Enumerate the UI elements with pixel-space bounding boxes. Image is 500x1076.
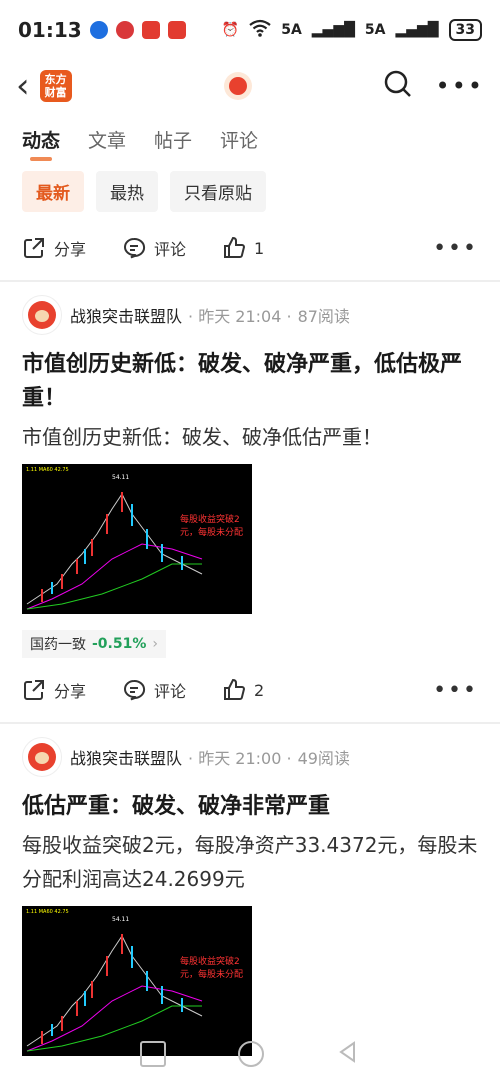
stock-change: -0.51% — [92, 636, 147, 652]
thumbs-up-icon — [224, 678, 246, 700]
svg-text:1.11 MA60 42.75: 1.11 MA60 42.75 — [26, 467, 69, 473]
svg-text:54.11: 54.11 — [112, 916, 129, 923]
top-bar: ‹ 东方 财富 ••• — [0, 60, 500, 112]
avatar[interactable] — [22, 295, 62, 335]
more-menu-icon[interactable]: ••• — [436, 72, 484, 100]
stock-name: 国药一致 — [30, 637, 86, 653]
home-icon[interactable] — [238, 1041, 264, 1067]
tab-posts[interactable]: 帖子 — [154, 126, 192, 153]
stock-chart-image[interactable]: 1.11 MA60 42.75 54.11 每股收益突破2 元，每股未分配 — [22, 464, 252, 614]
more-options-icon[interactable]: ••• — [433, 678, 478, 703]
action-row: 分享 评论 2 ••• — [0, 658, 500, 722]
alarm-icon: ⏰ — [221, 22, 240, 38]
like-button[interactable]: 1 — [222, 236, 264, 260]
post-card[interactable]: 战狼突击联盟队 · 昨天 21:04 · 87阅读 市值创历史新低：破发、破净严… — [0, 282, 500, 658]
svg-text:元，每股未分配: 元，每股未分配 — [180, 526, 243, 538]
wifi-icon — [249, 19, 271, 41]
signal-label: 5A — [281, 22, 302, 38]
filter-latest[interactable]: 最新 — [22, 170, 84, 212]
tab-comments[interactable]: 评论 — [220, 126, 258, 153]
share-icon — [24, 680, 44, 700]
avatar[interactable] — [22, 737, 62, 777]
comment-icon — [124, 679, 146, 701]
tab-dynamic[interactable]: 动态 — [22, 126, 60, 161]
signal-icon: ▂▄▆█ — [311, 22, 355, 38]
tab-articles[interactable]: 文章 — [88, 126, 126, 153]
filter-bar: 最新 最热 只看原贴 — [0, 166, 500, 216]
notification-app-icon — [89, 21, 108, 39]
action-row: 分享 评论 1 ••• — [0, 216, 500, 280]
recents-icon[interactable] — [140, 1041, 166, 1067]
more-options-icon[interactable]: ••• — [433, 236, 478, 261]
thumbs-up-icon — [224, 236, 246, 258]
tab-bar: 动态 文章 帖子 评论 — [0, 112, 500, 166]
svg-text:元，每股未分配: 元，每股未分配 — [180, 968, 243, 980]
signal-label: 5A — [364, 22, 386, 38]
notification-app-icon — [115, 21, 134, 39]
author-name[interactable]: 战狼突击联盟队 — [70, 745, 182, 769]
post-title[interactable]: 市值创历史新低：破发、破净严重，低估极严重！ — [22, 348, 478, 416]
system-nav-bar — [0, 1032, 500, 1076]
comment-button[interactable]: 评论 — [122, 236, 186, 260]
status-bar: 01:13 ⏰ 5A ▂▄▆█ 5A ▂▄▆█ 33 — [0, 0, 500, 60]
comment-button[interactable]: 评论 — [122, 678, 186, 702]
search-icon[interactable] — [384, 70, 412, 102]
chevron-right-icon: › — [152, 636, 158, 652]
like-button[interactable]: 2 — [222, 678, 264, 702]
post-author-row: 战狼突击联盟队 · 昨天 21:04 · 87阅读 — [22, 282, 478, 348]
filter-original-only[interactable]: 只看原贴 — [170, 170, 266, 212]
back-nav-icon[interactable] — [336, 1040, 360, 1068]
share-button[interactable]: 分享 — [22, 236, 86, 260]
svg-text:54.11: 54.11 — [112, 474, 129, 481]
read-count: 49阅读 — [297, 749, 350, 768]
post-time: · 昨天 21:04 · — [188, 307, 292, 326]
svg-text:每股收益突破2: 每股收益突破2 — [180, 955, 240, 967]
comment-icon — [124, 237, 146, 259]
header-avatar[interactable] — [224, 72, 252, 100]
post-time: · 昨天 21:00 · — [188, 749, 292, 768]
back-icon[interactable]: ‹ — [16, 69, 30, 103]
post-author-row: 战狼突击联盟队 · 昨天 21:00 · 49阅读 — [22, 724, 478, 790]
svg-text:每股收益突破2: 每股收益突破2 — [180, 513, 240, 525]
post-body[interactable]: 市值创历史新低：破发、破净低估严重！ — [22, 420, 478, 454]
post-title[interactable]: 低估严重：破发、破净非常严重 — [22, 790, 478, 824]
post-card[interactable]: 战狼突击联盟队 · 昨天 21:00 · 49阅读 低估严重：破发、破净非常严重… — [0, 724, 500, 1056]
svg-text:1.11 MA60 42.75: 1.11 MA60 42.75 — [26, 909, 69, 915]
app-logo: 东方 财富 — [39, 70, 72, 102]
notification-app-icon — [141, 21, 160, 39]
battery-indicator: 33 — [448, 19, 482, 41]
status-time: 01:13 — [18, 18, 82, 42]
filter-hottest[interactable]: 最热 — [96, 170, 158, 212]
share-icon — [24, 238, 44, 258]
stock-tag[interactable]: 国药一致 -0.51% › — [22, 630, 166, 658]
signal-icon: ▂▄▆█ — [395, 22, 439, 38]
author-name[interactable]: 战狼突击联盟队 — [70, 303, 182, 327]
read-count: 87阅读 — [297, 307, 350, 326]
post-body[interactable]: 每股收益突破2元，每股净资产33.4372元，每股未分配利润高达24.2699元 — [22, 828, 478, 896]
share-button[interactable]: 分享 — [22, 678, 86, 702]
notification-app-icon — [167, 21, 186, 39]
